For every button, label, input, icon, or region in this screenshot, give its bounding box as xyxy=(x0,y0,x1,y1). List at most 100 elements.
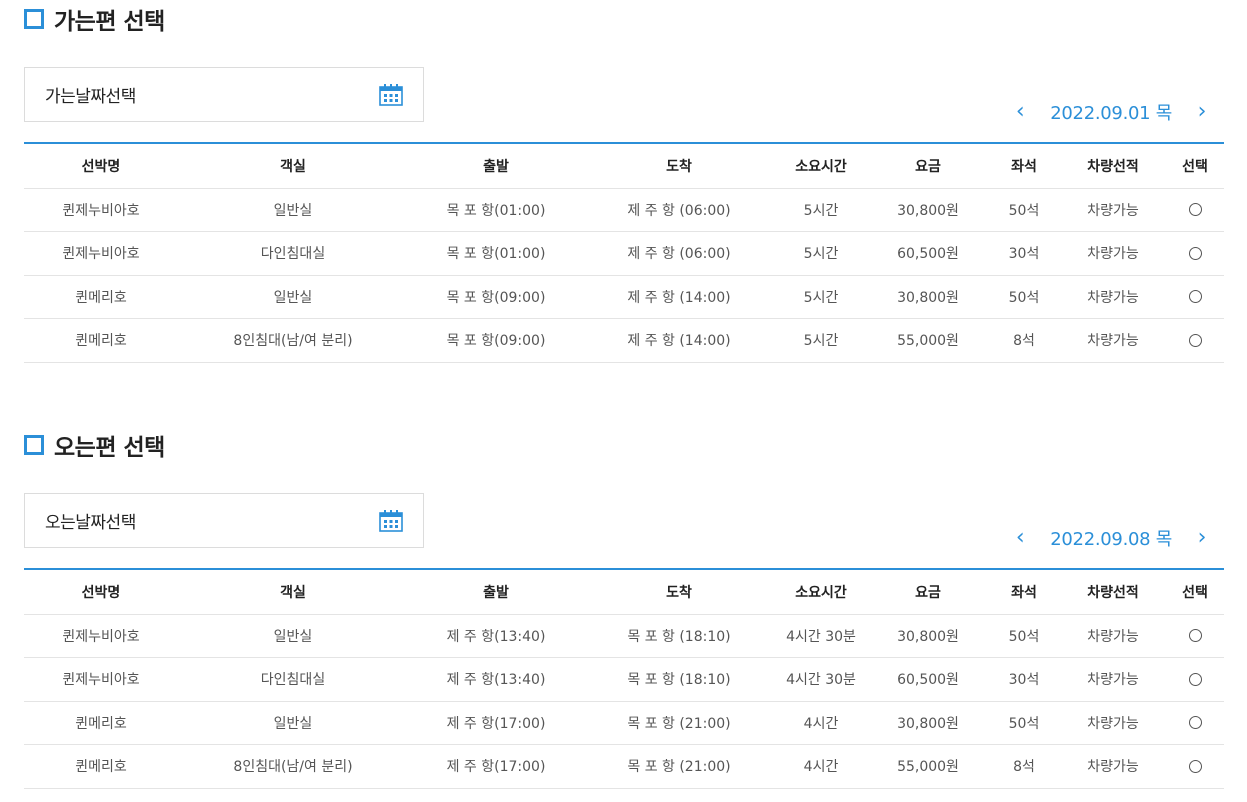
select-radio[interactable] xyxy=(1188,759,1202,773)
column-header: 소요시간 xyxy=(774,143,868,189)
seats-cell: 8석 xyxy=(988,744,1060,789)
date-picker-label: 가는날짜선택 xyxy=(45,87,136,107)
arrival-cell: 제 주 항 (06:00) xyxy=(584,231,774,276)
table-row: 퀸메리호 일반실 목 포 항(09:00) 제 주 항 (14:00) 5시간 30,80… xyxy=(24,275,1224,319)
select-radio[interactable] xyxy=(1188,333,1202,347)
arrival-cell: 목 포 항 (21:00) xyxy=(584,744,774,789)
column-header: 선박명 xyxy=(24,143,178,189)
vehicle-cell: 차량가능 xyxy=(1060,657,1166,702)
departure-cell: 목 포 항(01:00) xyxy=(408,188,584,232)
section-title-text: 오는편 선택 xyxy=(54,435,165,461)
seats-cell: 8석 xyxy=(988,318,1060,363)
departure-cell: 목 포 항(09:00) xyxy=(408,318,584,363)
column-header: 요금 xyxy=(868,569,988,615)
chevron-right-icon[interactable]: › xyxy=(1194,101,1210,123)
select-cell xyxy=(1166,275,1224,319)
cabin-cell: 8인침대(남/여 분리) xyxy=(178,744,408,789)
fare-cell: 30,800원 xyxy=(868,701,988,745)
seats-cell: 50석 xyxy=(988,701,1060,745)
cabin-cell: 일반실 xyxy=(178,275,408,319)
return-title: 오는편 선택 xyxy=(24,430,165,461)
column-header: 좌석 xyxy=(988,569,1060,615)
fare-cell: 60,500원 xyxy=(868,657,988,702)
return-date-picker[interactable]: 오는날짜선택 xyxy=(24,493,424,548)
cabin-cell: 일반실 xyxy=(178,701,408,745)
outbound-title: 가는편 선택 xyxy=(24,4,165,35)
vehicle-cell: 차량가능 xyxy=(1060,701,1166,745)
outbound-date-picker[interactable]: 가는날짜선택 xyxy=(24,67,424,122)
column-header: 선택 xyxy=(1166,143,1224,189)
chevron-right-icon[interactable]: › xyxy=(1194,527,1210,549)
cabin-cell: 8인침대(남/여 분리) xyxy=(178,318,408,363)
fare-cell: 60,500원 xyxy=(868,231,988,276)
select-cell xyxy=(1166,614,1224,658)
ship-name-cell: 퀸제누비아호 xyxy=(24,231,178,276)
return-date-nav: ‹ 2022.09.08 목 › xyxy=(1012,524,1210,552)
arrival-cell: 제 주 항 (14:00) xyxy=(584,275,774,319)
outbound-schedule-table: 선박명 객실 출발 도착 소요시간 요금 좌석 차량선적 선택 퀸제누비아호 일반실 목 포 항(0… xyxy=(24,142,1224,363)
seats-cell: 50석 xyxy=(988,275,1060,319)
column-header: 도착 xyxy=(584,569,774,615)
table-row: 퀸메리호 8인침대(남/여 분리) 목 포 항(09:00) 제 주 항 (14:00… xyxy=(24,318,1224,363)
column-header: 출발 xyxy=(408,569,584,615)
outbound-date-nav: ‹ 2022.09.01 목 › xyxy=(1012,98,1210,126)
column-header: 선택 xyxy=(1166,569,1224,615)
column-header: 차량선적 xyxy=(1060,143,1166,189)
vehicle-cell: 차량가능 xyxy=(1060,614,1166,658)
duration-cell: 5시간 xyxy=(774,275,868,319)
duration-cell: 4시간 30분 xyxy=(774,614,868,658)
ship-name-cell: 퀸메리호 xyxy=(24,701,178,745)
date-picker-label: 오는날짜선택 xyxy=(45,513,136,533)
select-radio[interactable] xyxy=(1188,716,1202,730)
vehicle-cell: 차량가능 xyxy=(1060,188,1166,232)
ship-name-cell: 퀸제누비아호 xyxy=(24,614,178,658)
chevron-left-icon[interactable]: ‹ xyxy=(1012,527,1028,549)
duration-cell: 5시간 xyxy=(774,318,868,363)
ship-name-cell: 퀸메리호 xyxy=(24,744,178,789)
table-header-row: 선박명 객실 출발 도착 소요시간 요금 좌석 차량선적 선택 xyxy=(24,143,1224,189)
fare-cell: 55,000원 xyxy=(868,318,988,363)
select-radio[interactable] xyxy=(1188,246,1202,260)
section-title-text: 가는편 선택 xyxy=(54,9,165,35)
column-header: 선박명 xyxy=(24,569,178,615)
ship-name-cell: 퀸메리호 xyxy=(24,275,178,319)
duration-cell: 4시간 xyxy=(774,744,868,789)
table-row: 퀸제누비아호 다인침대실 목 포 항(01:00) 제 주 항 (06:00) 5시간 6… xyxy=(24,231,1224,276)
cabin-cell: 일반실 xyxy=(178,188,408,232)
table-row: 퀸제누비아호 일반실 목 포 항(01:00) 제 주 항 (06:00) 5시간 30,… xyxy=(24,188,1224,232)
table-row: 퀸제누비아호 일반실 제 주 항(13:40) 목 포 항 (18:10) 4시간 30… xyxy=(24,614,1224,658)
departure-cell: 제 주 항(17:00) xyxy=(408,701,584,745)
arrival-cell: 목 포 항 (18:10) xyxy=(584,614,774,658)
cabin-cell: 다인침대실 xyxy=(178,657,408,702)
checkbox-square-icon xyxy=(24,435,44,455)
duration-cell: 5시간 xyxy=(774,188,868,232)
calendar-icon[interactable] xyxy=(379,83,403,106)
select-cell xyxy=(1166,744,1224,789)
column-header: 객실 xyxy=(178,143,408,189)
select-radio[interactable] xyxy=(1188,290,1202,304)
arrival-cell: 제 주 항 (14:00) xyxy=(584,318,774,363)
departure-cell: 목 포 항(09:00) xyxy=(408,275,584,319)
return-current-date: 2022.09.08 목 xyxy=(1050,529,1172,550)
ship-name-cell: 퀸메리호 xyxy=(24,318,178,363)
select-cell xyxy=(1166,188,1224,232)
seats-cell: 30석 xyxy=(988,657,1060,702)
departure-cell: 제 주 항(13:40) xyxy=(408,614,584,658)
select-cell xyxy=(1166,701,1224,745)
seats-cell: 50석 xyxy=(988,188,1060,232)
select-radio[interactable] xyxy=(1188,629,1202,643)
table-row: 퀸제누비아호 다인침대실 제 주 항(13:40) 목 포 항 (18:10) 4시간 … xyxy=(24,657,1224,702)
column-header: 좌석 xyxy=(988,143,1060,189)
calendar-icon[interactable] xyxy=(379,509,403,532)
chevron-left-icon[interactable]: ‹ xyxy=(1012,101,1028,123)
select-radio[interactable] xyxy=(1188,672,1202,686)
departure-cell: 목 포 항(01:00) xyxy=(408,231,584,276)
select-cell xyxy=(1166,231,1224,276)
cabin-cell: 다인침대실 xyxy=(178,231,408,276)
select-radio[interactable] xyxy=(1188,203,1202,217)
select-cell xyxy=(1166,318,1224,363)
column-header: 소요시간 xyxy=(774,569,868,615)
return-schedule-table: 선박명 객실 출발 도착 소요시간 요금 좌석 차량선적 선택 퀸제누비아호 일반실 제 주 항(1… xyxy=(24,568,1224,789)
fare-cell: 30,800원 xyxy=(868,275,988,319)
arrival-cell: 목 포 항 (18:10) xyxy=(584,657,774,702)
